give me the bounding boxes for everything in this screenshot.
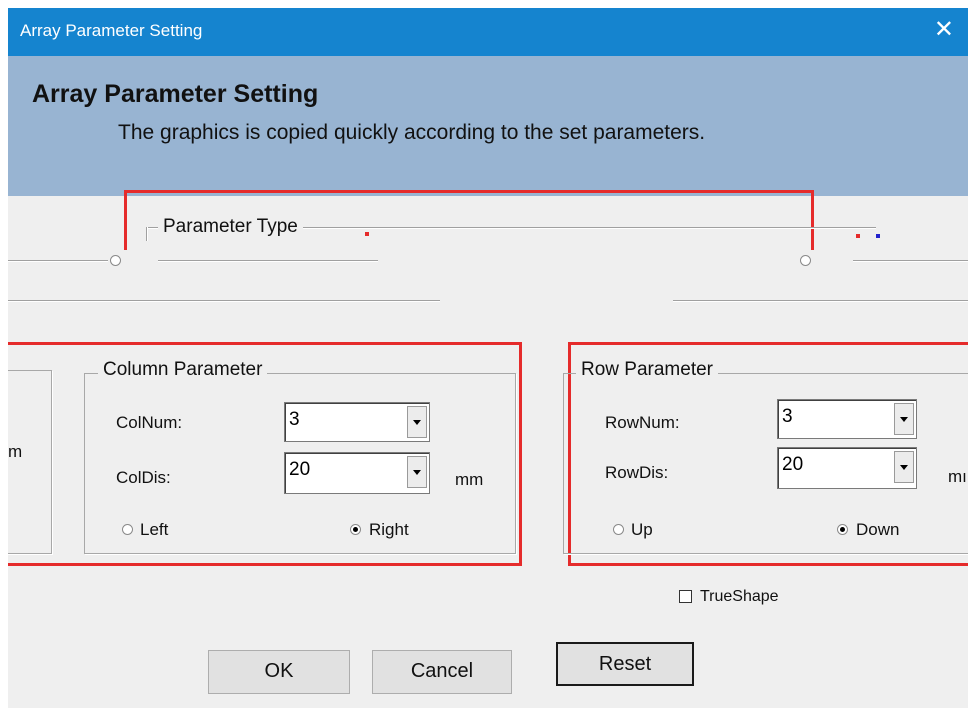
banner-description: The graphics is copied quickly according… bbox=[118, 121, 706, 144]
rowdis-label: RowDis: bbox=[605, 463, 669, 482]
row-parameter-legend: Row Parameter bbox=[576, 359, 718, 381]
coldis-combo[interactable]: 20 bbox=[284, 452, 430, 494]
rownum-combo[interactable]: 3 bbox=[777, 399, 917, 439]
trueshape-checkbox[interactable] bbox=[679, 590, 692, 603]
option-line-left bbox=[8, 260, 108, 262]
cancel-button-label: Cancel bbox=[410, 660, 474, 682]
colnum-value: 3 bbox=[289, 409, 300, 430]
coldis-value: 20 bbox=[289, 459, 311, 480]
radio-down-label[interactable]: Down bbox=[856, 520, 899, 540]
ok-button[interactable]: OK bbox=[208, 650, 350, 694]
header-banner: Array Parameter Setting The graphics is … bbox=[8, 56, 968, 196]
radio-down[interactable] bbox=[837, 524, 848, 535]
radio-left-label[interactable]: Left bbox=[140, 520, 168, 540]
coldis-label: ColDis: bbox=[116, 468, 171, 487]
option-line-right bbox=[853, 260, 968, 262]
title-bar: Array Parameter Setting ✕ bbox=[8, 8, 968, 56]
artifact-dot bbox=[876, 234, 880, 238]
array-parameter-dialog: Array Parameter Setting ✕ Array Paramete… bbox=[8, 8, 968, 708]
rowdis-value: 20 bbox=[782, 454, 804, 475]
banner-heading: Array Parameter Setting bbox=[32, 80, 319, 108]
radio-right[interactable] bbox=[350, 524, 361, 535]
chevron-down-icon[interactable] bbox=[894, 451, 914, 483]
window-title: Array Parameter Setting bbox=[20, 21, 203, 40]
parameter-type-frame-left bbox=[146, 227, 148, 241]
colnum-label: ColNum: bbox=[116, 413, 183, 432]
rowdis-unit: mı bbox=[948, 467, 967, 486]
frame-bottom-right bbox=[673, 300, 968, 302]
ok-button-label: OK bbox=[264, 660, 294, 682]
left-group-unit: m bbox=[8, 442, 23, 461]
rownum-value: 3 bbox=[782, 406, 793, 427]
chevron-down-icon[interactable] bbox=[407, 456, 427, 488]
artifact-dot bbox=[365, 232, 369, 236]
option-line-left-2 bbox=[158, 260, 378, 262]
radio-right-label[interactable]: Right bbox=[369, 520, 409, 540]
parameter-type-legend: Parameter Type bbox=[158, 216, 303, 238]
column-parameter-legend: Column Parameter bbox=[98, 359, 268, 381]
coldis-unit: mm bbox=[455, 470, 484, 489]
type-radio-left[interactable] bbox=[110, 255, 121, 266]
radio-left[interactable] bbox=[122, 524, 133, 535]
rownum-label: RowNum: bbox=[605, 413, 680, 432]
reset-button[interactable]: Reset bbox=[556, 642, 694, 686]
frame-bottom-left bbox=[8, 300, 440, 302]
type-radio-right[interactable] bbox=[800, 255, 811, 266]
reset-button-label: Reset bbox=[598, 653, 652, 675]
chevron-down-icon[interactable] bbox=[407, 406, 427, 438]
radio-up[interactable] bbox=[613, 524, 624, 535]
rowdis-combo[interactable]: 20 bbox=[777, 447, 917, 489]
trueshape-label[interactable]: TrueShape bbox=[700, 588, 779, 606]
colnum-combo[interactable]: 3 bbox=[284, 402, 430, 442]
artifact-dot bbox=[856, 234, 860, 238]
close-icon[interactable]: ✕ bbox=[934, 16, 954, 44]
radio-up-label[interactable]: Up bbox=[631, 520, 653, 540]
cancel-button[interactable]: Cancel bbox=[372, 650, 512, 694]
left-group-fragment bbox=[8, 370, 52, 554]
chevron-down-icon[interactable] bbox=[894, 403, 914, 435]
